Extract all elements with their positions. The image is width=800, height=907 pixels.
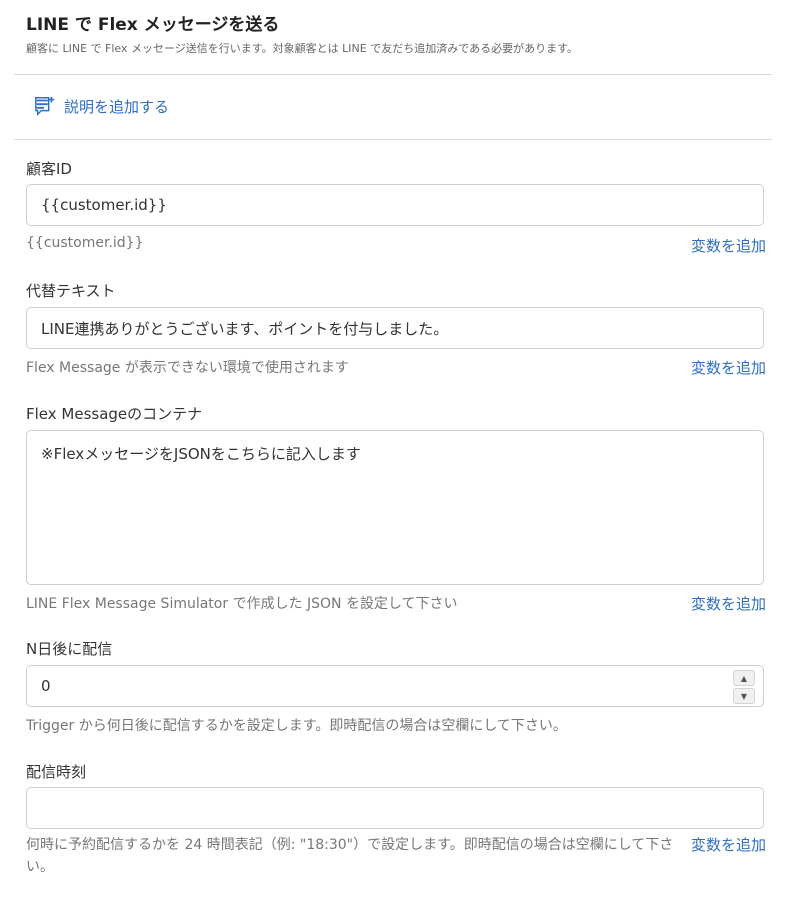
flex-container-add-variable-link[interactable]: 変数を追加 — [691, 593, 766, 614]
flex-container-help: LINE Flex Message Simulator で作成した JSON を… — [26, 596, 458, 612]
page-title: LINE で Flex メッセージを送る — [26, 15, 280, 35]
number-stepper[interactable]: ▲ ▼ — [733, 670, 755, 704]
days-after-input[interactable]: 0 ▲ ▼ — [26, 665, 764, 707]
customer-id-help: {{customer.id}} — [26, 235, 144, 251]
flex-message-form: LINE で Flex メッセージを送る 顧客に LINE で Flex メッセ… — [0, 0, 800, 907]
flex-container-value: ※FlexメッセージをJSONをこちらに記入します — [41, 445, 361, 463]
flex-container-label: Flex Messageのコンテナ — [26, 405, 203, 423]
alt-text-input[interactable]: LINE連携ありがとうございます、ポイントを付与しました。 — [26, 307, 764, 349]
alt-text-label: 代替テキスト — [26, 282, 116, 300]
days-after-value: 0 — [41, 677, 51, 695]
stepper-up-button[interactable]: ▲ — [733, 670, 755, 686]
days-after-label: N日後に配信 — [26, 640, 113, 658]
customer-id-label: 顧客ID — [26, 160, 72, 178]
page-subtitle: 顧客に LINE で Flex メッセージ送信を行います。対象顧客とは LINE… — [26, 42, 579, 55]
customer-id-add-variable-link[interactable]: 変数を追加 — [691, 235, 766, 256]
add-description-button[interactable]: 説明を追加する — [34, 95, 169, 117]
customer-id-input[interactable]: {{customer.id}} — [26, 184, 764, 226]
flex-container-textarea[interactable]: ※FlexメッセージをJSONをこちらに記入します — [26, 430, 764, 585]
delivery-time-label: 配信時刻 — [26, 763, 87, 781]
alt-text-value: LINE連携ありがとうございます、ポイントを付与しました。 — [41, 319, 449, 338]
stepper-down-button[interactable]: ▼ — [733, 688, 755, 704]
divider — [14, 139, 772, 140]
delivery-time-add-variable-link[interactable]: 変数を追加 — [691, 834, 766, 855]
add-description-label: 説明を追加する — [64, 97, 170, 116]
alt-text-add-variable-link[interactable]: 変数を追加 — [691, 357, 766, 378]
days-after-help: Trigger から何日後に配信するかを設定します。即時配信の場合は空欄にして下… — [26, 718, 567, 734]
customer-id-value: {{customer.id}} — [41, 196, 167, 214]
delivery-time-input[interactable] — [26, 787, 764, 829]
delivery-time-help: 何時に予約配信するかを 24 時間表記（例: "18:30"）で設定します。即時… — [26, 837, 674, 875]
divider — [14, 74, 772, 75]
add-note-icon — [35, 96, 55, 117]
alt-text-help: Flex Message が表示できない環境で使用されます — [26, 360, 349, 376]
